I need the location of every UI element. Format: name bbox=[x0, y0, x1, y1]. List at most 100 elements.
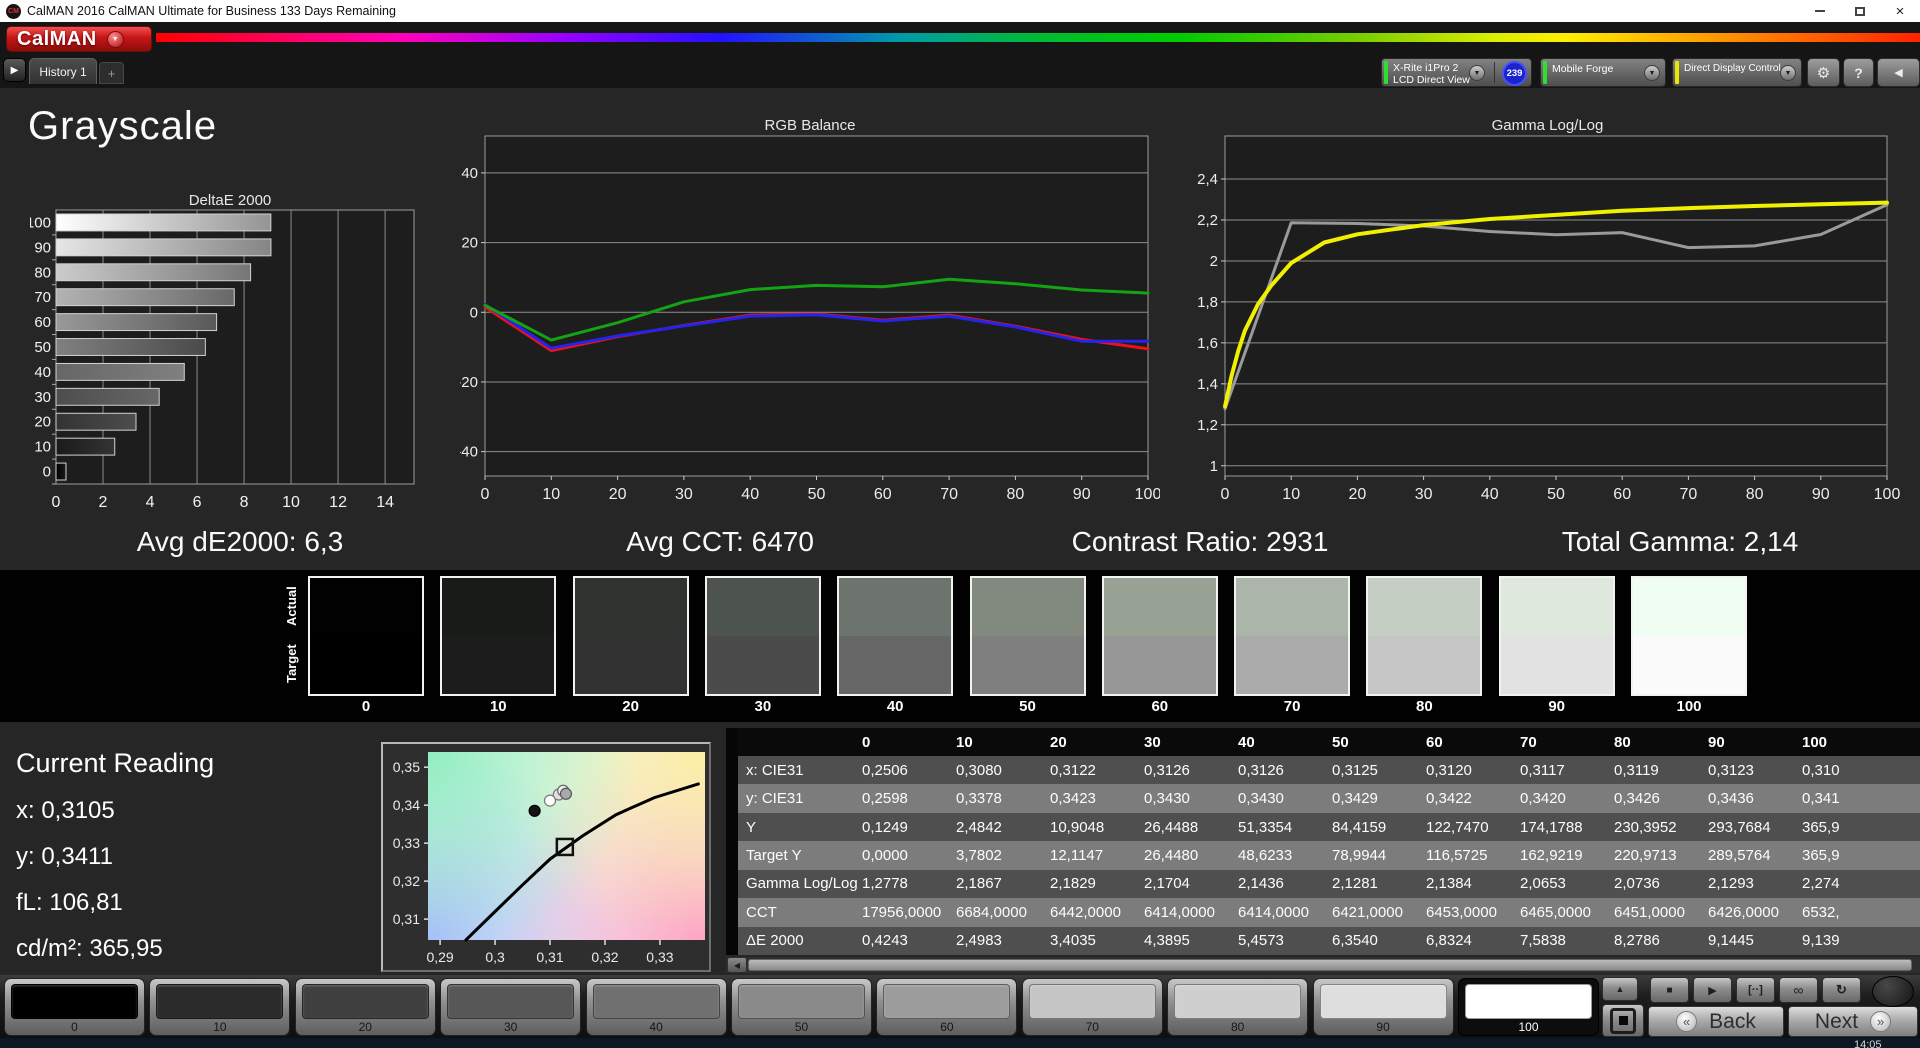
refresh-button[interactable]: ↻ bbox=[1822, 977, 1861, 1003]
back-button[interactable]: « Back bbox=[1648, 1006, 1784, 1037]
swatch-level-label: 60 bbox=[1151, 698, 1169, 715]
table-cell: 10,9048 bbox=[1050, 818, 1105, 836]
grayscale-swatch-80 bbox=[1366, 576, 1483, 696]
tab-history-1[interactable]: History 1 bbox=[29, 58, 97, 84]
svg-text:0: 0 bbox=[52, 494, 61, 511]
table-cell: 0,341 bbox=[1802, 790, 1840, 808]
svg-text:0,32: 0,32 bbox=[591, 949, 618, 965]
calman-logo-menu[interactable]: CalMAN ▼ bbox=[6, 26, 152, 52]
swatch-target-20 bbox=[574, 636, 687, 694]
swatch-level-label: 20 bbox=[622, 698, 639, 715]
table-row: Gamma Log/Log 1,2778 2,1867 2,1829 2,1704 2,1… bbox=[726, 869, 1920, 899]
svg-text:100: 100 bbox=[1135, 486, 1160, 503]
taskbar-edge-strip: 14:05 bbox=[0, 1038, 1920, 1048]
patch-button-60[interactable]: 60 bbox=[876, 978, 1018, 1036]
pattern-dial-knob[interactable] bbox=[1872, 976, 1914, 1007]
table-cell: 2,1293 bbox=[1708, 875, 1754, 893]
add-tab-button[interactable]: + bbox=[99, 62, 124, 84]
svg-text:30: 30 bbox=[675, 486, 693, 503]
svg-text:60: 60 bbox=[34, 314, 51, 331]
table-cell: 9,139 bbox=[1802, 932, 1840, 950]
gamma-widget: Gamma Log/Log 2,4 2,2 2 1,8 1,6 1,4 1,2 1 0 10 20 3… bbox=[1195, 117, 1900, 517]
svg-text:100: 100 bbox=[1874, 486, 1900, 503]
read-continuous-button[interactable]: [··] bbox=[1736, 977, 1775, 1003]
next-button[interactable]: Next » bbox=[1788, 1006, 1918, 1037]
swatch-actual-80 bbox=[1368, 578, 1481, 636]
patch-button-40[interactable]: 40 bbox=[585, 978, 727, 1036]
display-control-dropdown[interactable]: Direct Display Control ▼ bbox=[1672, 58, 1802, 87]
loop-button[interactable]: ∞ bbox=[1779, 977, 1818, 1003]
settings-button[interactable]: ⚙ bbox=[1807, 58, 1840, 87]
close-button[interactable]: × bbox=[1880, 0, 1920, 22]
grayscale-swatch-60 bbox=[1101, 576, 1218, 696]
table-cell: 2,0736 bbox=[1614, 875, 1660, 893]
table-col-header-30: 30 bbox=[1144, 733, 1161, 751]
window-controls: × bbox=[1800, 0, 1920, 22]
pattern-source-dropdown[interactable]: Mobile Forge ▼ bbox=[1540, 58, 1666, 87]
table-col-header-70: 70 bbox=[1520, 733, 1537, 751]
grayscale-swatch-50 bbox=[969, 576, 1086, 696]
table-cell: 26,4488 bbox=[1144, 818, 1199, 836]
patch-button-100[interactable]: 100 bbox=[1458, 978, 1599, 1036]
table-cell: 0,3430 bbox=[1144, 790, 1190, 808]
table-row-label: ΔE 2000 bbox=[746, 932, 804, 950]
patch-button-10[interactable]: 10 bbox=[149, 978, 291, 1036]
table-row: Y 0,1249 2,4842 10,9048 26,4488 51,3354 84,415… bbox=[726, 812, 1920, 842]
table-cell: 2,1867 bbox=[956, 875, 1002, 893]
collapse-left-icon: ◀ bbox=[1894, 67, 1903, 79]
swatch-actual-90 bbox=[1500, 578, 1613, 636]
table-col-header-50: 50 bbox=[1332, 733, 1349, 751]
patch-button-0[interactable]: 0 bbox=[4, 978, 145, 1036]
swatch-actual-10 bbox=[442, 578, 555, 636]
app-icon: CM bbox=[6, 3, 21, 19]
maximize-button[interactable] bbox=[1840, 0, 1880, 22]
svg-text:0: 0 bbox=[1221, 486, 1230, 503]
play-icon: ▶ bbox=[1708, 984, 1717, 997]
table-col-header-20: 20 bbox=[1050, 733, 1067, 751]
minimize-button[interactable] bbox=[1800, 0, 1840, 22]
table-cell: 220,9713 bbox=[1614, 847, 1677, 865]
scroll-left-button[interactable]: ◀ bbox=[728, 958, 746, 972]
patch-button-80[interactable]: 80 bbox=[1167, 978, 1309, 1036]
chip-divider bbox=[1494, 62, 1495, 83]
reading-cdm2: cd/m²: 365,95 bbox=[16, 935, 163, 962]
svg-text:40: 40 bbox=[34, 364, 51, 381]
patch-button-90[interactable]: 90 bbox=[1312, 978, 1454, 1036]
swatch-actual-100 bbox=[1633, 578, 1745, 636]
help-button[interactable]: ? bbox=[1843, 58, 1874, 87]
patch-color-chip bbox=[447, 984, 575, 1019]
stop-button[interactable]: ■ bbox=[1650, 977, 1689, 1003]
scrollbar-thumb[interactable] bbox=[748, 959, 1912, 971]
close-icon: × bbox=[1895, 2, 1905, 20]
patch-button-20[interactable]: 20 bbox=[294, 978, 436, 1036]
svg-text:2,4: 2,4 bbox=[1197, 171, 1218, 188]
svg-text:1: 1 bbox=[1210, 458, 1218, 475]
table-row-label: y: CIE31 bbox=[746, 790, 804, 808]
svg-text:0,3: 0,3 bbox=[485, 949, 505, 965]
patch-button-70[interactable]: 70 bbox=[1021, 978, 1163, 1036]
table-row: ΔE 2000 0,4243 2,4983 3,4035 4,3895 5,4573 6,3… bbox=[726, 926, 1920, 956]
swatch-level-label: 100 bbox=[1676, 698, 1702, 715]
meter-device-dropdown[interactable]: X-Rite i1Pro 2 LCD Direct View ▼ 239 bbox=[1381, 58, 1532, 87]
table-cell: 162,9219 bbox=[1520, 847, 1583, 865]
table-cell: 6453,0000 bbox=[1426, 903, 1497, 921]
scroll-up-button[interactable]: ▲ bbox=[1602, 977, 1638, 1001]
table-cell: 0,3117 bbox=[1520, 761, 1565, 779]
maximize-icon bbox=[1855, 6, 1865, 16]
patch-button-50[interactable]: 50 bbox=[731, 978, 872, 1036]
table-cell: 2,1704 bbox=[1144, 875, 1190, 893]
patch-color-chip bbox=[883, 984, 1011, 1019]
table-cell: 365,9 bbox=[1802, 847, 1840, 865]
table-row: CCT 17956,0000 6684,0000 6442,0000 6414,0000… bbox=[726, 898, 1920, 927]
table-cell: 0,3430 bbox=[1238, 790, 1284, 808]
collapse-panel-button[interactable]: ◀ bbox=[1877, 58, 1920, 87]
patch-button-30[interactable]: 30 bbox=[440, 978, 582, 1036]
table-col-header-80: 80 bbox=[1614, 733, 1631, 751]
table-cell: 2,1829 bbox=[1050, 875, 1096, 893]
grayscale-swatch-70 bbox=[1234, 576, 1351, 696]
play-button[interactable]: ▶ bbox=[1693, 977, 1732, 1003]
table-cell: 0,3125 bbox=[1332, 761, 1378, 779]
pattern-window-button[interactable] bbox=[1602, 1004, 1644, 1037]
tab-scroll-button[interactable]: ▶ bbox=[3, 58, 26, 82]
table-cell: 6532, bbox=[1802, 903, 1840, 921]
